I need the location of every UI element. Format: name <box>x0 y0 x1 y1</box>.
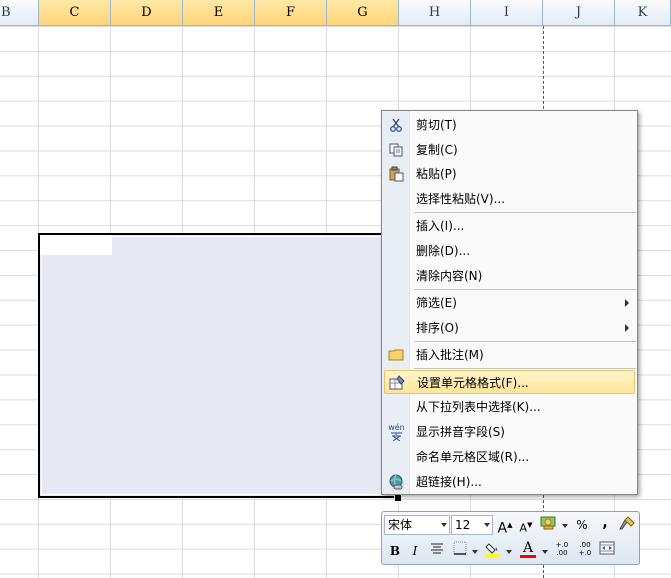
format-painter-button[interactable] <box>617 515 637 535</box>
selected-range[interactable] <box>38 233 398 498</box>
menu-item-copy[interactable]: 复制(C) <box>384 138 635 162</box>
grow-font-icon: A <box>497 520 508 537</box>
column-header-bar: B C D E F G H I J K <box>0 0 671 26</box>
menu-item-label: 命名单元格区域(R)... <box>416 450 530 464</box>
menu-item-label: 删除(D)... <box>416 244 471 258</box>
menu-item-paste-special[interactable]: 选择性粘贴(V)... <box>384 187 635 211</box>
font-color-swatch <box>520 555 536 558</box>
chevron-down-icon <box>484 523 490 527</box>
column-header-b[interactable]: B <box>0 0 39 25</box>
menu-item-label: 选择性粘贴(V)... <box>416 192 506 206</box>
italic-button[interactable]: I <box>405 541 425 561</box>
fill-color-button[interactable] <box>483 541 503 561</box>
shrink-font-icon: A <box>519 521 528 535</box>
format-cells-icon <box>389 375 406 391</box>
column-header-g[interactable]: G <box>327 0 399 25</box>
menu-item-label: 清除内容(N) <box>416 269 483 283</box>
paste-icon <box>388 166 405 182</box>
grow-font-button[interactable]: A▲ <box>495 515 515 537</box>
menu-item-insert-comment[interactable]: 插入批注(M) <box>384 343 635 367</box>
menu-item-label: 筛选(E) <box>416 296 457 310</box>
menu-item-format-cells[interactable]: 设置单元格格式(F)... <box>384 370 635 394</box>
chevron-down-icon[interactable] <box>506 550 512 554</box>
menu-item-label: 粘贴(P) <box>416 167 457 181</box>
menu-item-delete[interactable]: 删除(D)... <box>384 239 635 263</box>
menu-separator <box>414 289 636 290</box>
scissors-icon <box>388 117 405 133</box>
column-header-k[interactable]: K <box>615 0 671 25</box>
menu-item-label: 设置单元格格式(F)... <box>417 376 529 390</box>
menu-item-label: 显示拼音字段(S) <box>416 425 505 439</box>
borders-icon <box>453 541 467 555</box>
menu-item-clear-contents[interactable]: 清除内容(N) <box>384 264 635 288</box>
menu-item-label: 超链接(H)... <box>416 475 482 489</box>
menu-item-label: 插入(I)... <box>416 219 465 233</box>
menu-item-label: 从下拉列表中选择(K)... <box>416 400 541 414</box>
submenu-arrow-icon <box>625 299 629 307</box>
font-color-icon: A <box>522 540 534 556</box>
menu-item-show-phonetic[interactable]: wén 显示拼音字段(S) <box>384 420 635 444</box>
chevron-down-icon <box>441 523 447 527</box>
menu-item-pick-from-list[interactable]: 从下拉列表中选择(K)... <box>384 395 635 419</box>
percent-style-button[interactable]: % <box>572 515 592 535</box>
accounting-icon <box>540 516 556 530</box>
format-painter-icon <box>619 516 635 530</box>
borders-button[interactable] <box>450 541 470 561</box>
menu-separator <box>414 341 636 342</box>
comma-style-button[interactable]: , <box>595 513 615 533</box>
column-header-h[interactable]: H <box>399 0 471 25</box>
selection-inner-border <box>41 236 395 495</box>
column-header-d[interactable]: D <box>111 0 183 25</box>
chevron-down-icon[interactable] <box>472 550 478 554</box>
mini-toolbar: 宋体 12 A▲ A▼ % , B I A +.0 .00 .00 +.0 <box>381 511 640 565</box>
menu-item-paste[interactable]: 粘贴(P) <box>384 162 635 186</box>
increase-decimal-button[interactable]: +.0 .00 <box>552 541 572 561</box>
decrease-decimal-button[interactable]: .00 +.0 <box>575 541 595 561</box>
merge-center-button[interactable] <box>597 541 617 561</box>
phonetic-icon-pinyin: wén <box>388 423 405 432</box>
chevron-down-icon[interactable] <box>542 550 548 554</box>
shrink-font-button[interactable]: A▼ <box>516 515 536 535</box>
column-header-i[interactable]: I <box>471 0 543 25</box>
fill-color-icon <box>485 543 500 557</box>
column-header-c[interactable]: C <box>39 0 111 25</box>
font-name-value: 宋体 <box>388 518 413 532</box>
font-size-value: 12 <box>455 518 471 532</box>
menu-separator <box>414 212 636 213</box>
fill-handle[interactable] <box>394 494 402 502</box>
menu-item-define-name[interactable]: 命名单元格区域(R)... <box>384 445 635 469</box>
menu-item-cut[interactable]: 剪切(T) <box>384 113 635 137</box>
chevron-down-icon[interactable] <box>562 524 568 528</box>
context-menu: 剪切(T) 复制(C) 粘贴(P) 选择性粘贴(V)... 插入(I)... 删… <box>381 110 638 495</box>
column-header-j[interactable]: J <box>543 0 615 25</box>
hyperlink-icon <box>388 474 405 490</box>
column-header-e[interactable]: E <box>183 0 255 25</box>
menu-item-label: 插入批注(M) <box>416 348 484 362</box>
column-header-f[interactable]: F <box>255 0 327 25</box>
font-size-dropdown[interactable]: 12 <box>451 515 493 535</box>
bold-button[interactable]: B <box>385 541 405 561</box>
menu-separator <box>414 368 636 369</box>
center-align-button[interactable] <box>427 541 447 561</box>
merge-cells-icon <box>599 541 615 555</box>
accounting-format-button[interactable] <box>539 515 559 535</box>
menu-item-hyperlink[interactable]: 超链接(H)... <box>384 470 635 494</box>
comment-icon <box>388 347 405 363</box>
copy-icon <box>388 142 405 158</box>
font-color-button[interactable]: A <box>518 538 538 558</box>
font-name-dropdown[interactable]: 宋体 <box>384 515 450 535</box>
menu-item-label: 排序(O) <box>416 321 459 335</box>
menu-item-insert[interactable]: 插入(I)... <box>384 214 635 238</box>
phonetic-icon: wén <box>388 423 405 442</box>
active-cell[interactable] <box>40 235 112 255</box>
menu-item-label: 复制(C) <box>416 143 458 157</box>
submenu-arrow-icon <box>625 324 629 332</box>
align-center-icon <box>431 543 443 554</box>
menu-item-filter[interactable]: 筛选(E) <box>384 291 635 315</box>
menu-item-label: 剪切(T) <box>416 118 457 132</box>
menu-item-sort[interactable]: 排序(O) <box>384 316 635 340</box>
